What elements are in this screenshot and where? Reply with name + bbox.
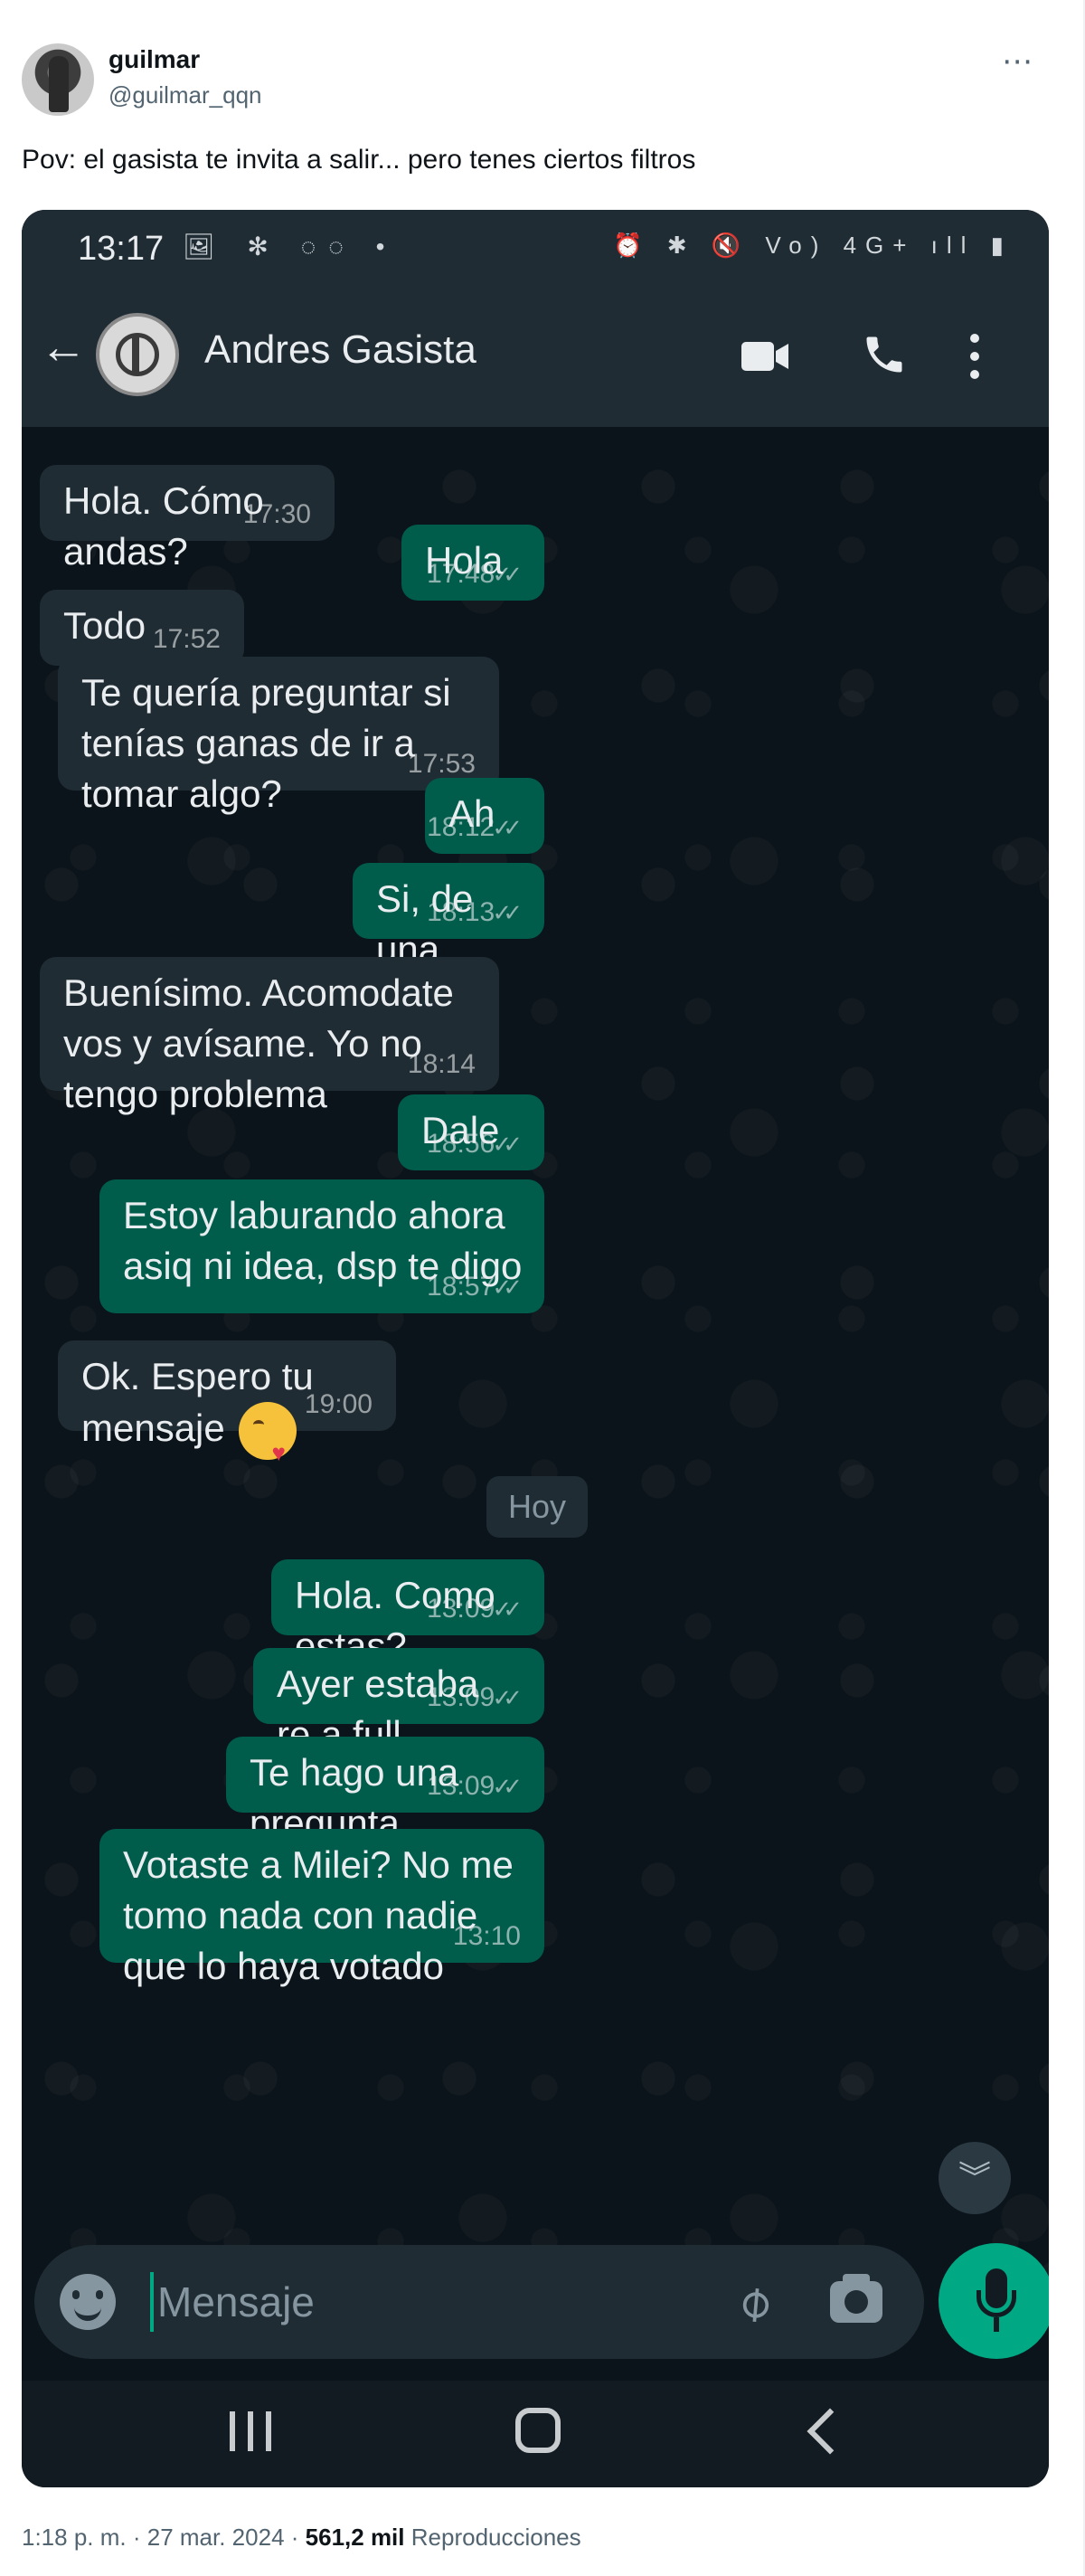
author-handle[interactable]: @guilmar_qqn xyxy=(108,81,261,109)
status-notification-icons: 🖼 ✻ ◌◌ • xyxy=(183,232,398,260)
message-bubble[interactable]: Todo bien? 17:52 xyxy=(40,590,244,697)
message-bubble[interactable]: Dale 18:56 xyxy=(398,1094,544,1170)
emoji-picker-icon[interactable] xyxy=(60,2274,116,2330)
message-time: 18:56 xyxy=(427,1129,521,1160)
recent-apps-icon[interactable] xyxy=(230,2411,273,2451)
author-avatar[interactable] xyxy=(22,43,94,116)
message-bubble[interactable]: Estoy laburando ahora asiq ni idea, dsp … xyxy=(99,1179,544,1313)
tweet-page: guilmar @guilmar_qqn ⋯ Pov: el gasista t… xyxy=(0,0,1085,2576)
contact-name[interactable]: Andres Gasista xyxy=(204,327,476,373)
message-time: 18:12 xyxy=(427,812,521,843)
message-time: 18:14 xyxy=(407,1049,476,1079)
message-text: Te quería preguntar si tenías ganas de i… xyxy=(81,671,451,815)
message-time: 13:09 xyxy=(427,1594,521,1624)
chevrons-down-icon: ︾ xyxy=(958,2159,991,2196)
message-text: Votaste a Milei? No me tomo nada con nad… xyxy=(123,1843,514,1987)
message-time: 13:10 xyxy=(452,1921,521,1951)
dot-separator: · xyxy=(290,2524,306,2551)
status-bar: 13:17 🖼 ✻ ◌◌ • ⏰ ✱ 🔇 Vo) 4G+ ıll ▮ xyxy=(22,210,1049,282)
message-bubble[interactable]: Si, de una 18:13 xyxy=(353,863,544,971)
message-time: 18:13 xyxy=(427,897,521,928)
paperclip-icon[interactable]: ⌀ xyxy=(709,2258,798,2347)
tweet-date[interactable]: 27 mar. 2024 xyxy=(147,2524,285,2551)
tweet-time[interactable]: 1:18 p. m. xyxy=(22,2524,127,2551)
message-input[interactable] xyxy=(150,2272,656,2332)
message-bubble[interactable]: Ok. Espero tu mensaje 19:00 xyxy=(58,1340,396,1478)
message-time: 17:52 xyxy=(152,624,221,654)
message-time: 13:09 xyxy=(427,1682,521,1713)
message-bubble[interactable]: Hola 17:48 xyxy=(401,525,544,601)
view-count-label: Reproducciones xyxy=(410,2524,581,2551)
status-time: 13:17 xyxy=(78,230,165,268)
whatsapp-screenshot: 13:17 🖼 ✻ ◌◌ • ⏰ ✱ 🔇 Vo) 4G+ ıll ▮ ← And… xyxy=(22,210,1049,2487)
message-bubble[interactable]: Ah 18:12 xyxy=(425,778,544,854)
message-bubble[interactable]: Ayer estaba re a full 13:09 xyxy=(253,1648,544,1756)
voice-call-icon[interactable] xyxy=(861,331,908,378)
message-bubble[interactable]: Hola. Cómo andas? 17:30 xyxy=(40,465,335,573)
tweet-text: Pov: el gasista te invita a salir... per… xyxy=(22,145,696,175)
message-bubble[interactable]: Votaste a Milei? No me tomo nada con nad… xyxy=(99,1829,544,1987)
message-time: 18:57 xyxy=(427,1272,521,1302)
scroll-to-bottom-button[interactable]: ︾ xyxy=(939,2142,1011,2214)
android-nav-bar xyxy=(22,2381,1049,2487)
overflow-menu-icon[interactable] xyxy=(966,329,984,384)
video-call-icon[interactable] xyxy=(741,340,788,373)
message-time: 13:09 xyxy=(427,1771,521,1802)
message-bubble[interactable]: Buenísimo. Acomodate vos y avísame. Yo n… xyxy=(40,957,499,1115)
message-bubble[interactable]: Te hago una pregunta 13:09 xyxy=(226,1737,544,1844)
day-separator: Hoy xyxy=(486,1476,588,1538)
chat-header: ← Andres Gasista xyxy=(22,282,1049,427)
message-time: 19:00 xyxy=(304,1389,373,1419)
dot-separator: · xyxy=(132,2524,147,2551)
author-name[interactable]: guilmar xyxy=(108,45,200,74)
home-icon[interactable] xyxy=(515,2408,561,2453)
voice-message-button[interactable] xyxy=(939,2243,1049,2359)
microphone-stand xyxy=(976,2290,1016,2317)
kissing-face-emoji-icon xyxy=(239,1402,297,1478)
contact-avatar[interactable] xyxy=(96,313,179,396)
back-arrow-icon[interactable]: ← xyxy=(40,324,87,371)
message-time: 17:48 xyxy=(427,559,521,590)
nav-back-icon[interactable] xyxy=(807,2408,854,2455)
camera-icon[interactable] xyxy=(830,2274,882,2323)
tweet-footer: 1:18 p. m. · 27 mar. 2024 · 561,2 mil Re… xyxy=(22,2524,581,2552)
message-time: 17:30 xyxy=(242,499,311,529)
microphone-leg xyxy=(994,2317,999,2332)
status-system-icons: ⏰ ✱ 🔇 Vo) 4G+ ıll ▮ xyxy=(613,232,1013,259)
more-horizontal-icon[interactable]: ⋯ xyxy=(1002,43,1034,80)
message-time: 17:53 xyxy=(407,749,476,779)
message-bubble[interactable]: Te quería preguntar si tenías ganas de i… xyxy=(58,657,499,815)
message-bubble[interactable]: Hola. Como estas? 13:09 xyxy=(271,1559,544,1667)
message-composer: ⌀ xyxy=(34,2245,924,2359)
view-count: 561,2 mil xyxy=(305,2524,405,2551)
